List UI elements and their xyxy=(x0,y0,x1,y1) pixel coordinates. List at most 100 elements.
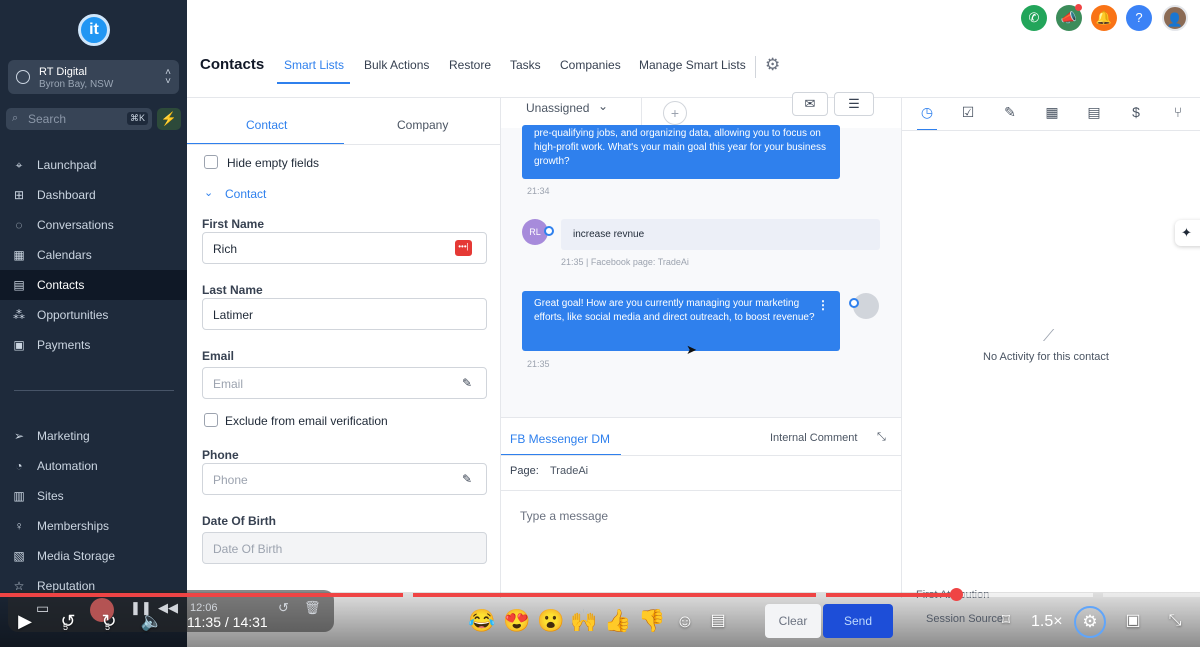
compose-divider xyxy=(501,455,901,456)
dob-placeholder: Date Of Birth xyxy=(213,542,283,556)
tab-contact[interactable]: Contact xyxy=(246,118,287,132)
tab-manage-smart-lists[interactable]: Manage Smart Lists xyxy=(639,58,746,72)
playback-speed[interactable]: 1.5× xyxy=(1031,613,1063,631)
sidebar-item-memberships[interactable]: ♀ Memberships xyxy=(0,511,187,541)
bell-icon[interactable]: 🔔 xyxy=(1091,5,1117,31)
sidebar-item-label: Marketing xyxy=(37,429,90,443)
page-label: Page: xyxy=(510,465,539,477)
sidebar-item-sites[interactable]: ▥ Sites xyxy=(0,481,187,511)
reaction-thumbs-up-icon[interactable]: 👍 xyxy=(604,608,631,634)
clear-button[interactable]: Clear xyxy=(765,604,821,638)
password-manager-icon[interactable]: •••| xyxy=(455,240,472,256)
sidebar-item-dashboard[interactable]: ⊞ Dashboard xyxy=(0,180,187,210)
rewind-5-icon[interactable]: ↺ 5 xyxy=(55,610,81,632)
dob-label: Date Of Birth xyxy=(202,514,277,528)
calendar-icon[interactable]: ▦ xyxy=(1043,104,1061,121)
sidebar-item-opportunities[interactable]: ⁂ Opportunities xyxy=(0,300,187,330)
ai-sparkle-icon[interactable]: ✦ xyxy=(1175,220,1200,246)
message-bubble-incoming: increase revnue xyxy=(561,219,880,250)
comment-icon[interactable]: ▤ xyxy=(707,610,729,632)
search-shortcut: ⌘K xyxy=(126,112,148,125)
trash-icon[interactable]: 🗑 xyxy=(304,600,321,616)
tab-tasks[interactable]: Tasks xyxy=(510,58,541,72)
chevron-down-icon[interactable]: ⌄ xyxy=(204,186,213,199)
last-name-field[interactable]: Latimer xyxy=(202,298,487,330)
hide-empty-checkbox[interactable] xyxy=(204,155,218,169)
sidebar-item-label: Media Storage xyxy=(37,549,116,563)
reaction-heart-eyes-icon[interactable]: 😍 xyxy=(503,608,530,634)
email-field[interactable]: Email ✎ xyxy=(202,367,487,399)
collapse-icon[interactable]: ⤡ xyxy=(877,431,886,444)
tab-restore[interactable]: Restore xyxy=(449,58,491,72)
account-avatar-icon xyxy=(16,70,30,84)
sidebar-item-marketing[interactable]: ➢ Marketing xyxy=(0,421,187,451)
first-name-field[interactable]: Rich •••| xyxy=(202,232,487,264)
exclude-verification-checkbox[interactable] xyxy=(204,413,218,427)
sidebar-item-payments[interactable]: ▣ Payments xyxy=(0,330,187,360)
clock-icon[interactable]: ◷ xyxy=(918,104,936,121)
tab-bulk-actions[interactable]: Bulk Actions xyxy=(364,58,429,72)
sidebar-item-launchpad[interactable]: ⌖ Launchpad xyxy=(0,150,187,180)
message-input[interactable]: Type a message xyxy=(520,509,608,523)
help-icon[interactable]: ? xyxy=(1126,5,1152,31)
search-placeholder: Search xyxy=(28,112,67,126)
send-button[interactable]: Send xyxy=(823,604,893,638)
dollar-icon[interactable]: $ xyxy=(1127,104,1145,120)
tab-companies[interactable]: Companies xyxy=(560,58,621,72)
player-settings-gear-icon[interactable]: ⚙ xyxy=(1074,606,1106,638)
chevron-down-icon: ⌄ xyxy=(598,99,609,113)
undo-icon[interactable]: ↺ xyxy=(278,600,289,616)
email-envelope-icon[interactable]: ✉ xyxy=(792,92,828,116)
sidebar: it RT Digital Byron Bay, NSW ˄ ˅ ⌕ Search… xyxy=(0,0,187,647)
sidebar-item-automation[interactable]: ◔ Automation xyxy=(0,451,187,481)
workflow-icon[interactable]: ⑂ xyxy=(1169,104,1187,120)
reaction-laugh-icon[interactable]: 😂 xyxy=(468,608,495,634)
notification-dot xyxy=(1075,4,1082,11)
assignee-dropdown[interactable]: Unassigned xyxy=(526,101,589,115)
forward-5-icon[interactable]: ↻ 5 xyxy=(96,610,122,632)
more-options-icon[interactable]: ⋮ xyxy=(817,298,829,312)
play-icon[interactable]: ▶ xyxy=(14,610,36,632)
filter-icon[interactable]: ☰ xyxy=(834,92,874,116)
quick-action-bolt-icon[interactable]: ⚡ xyxy=(157,108,181,130)
tab-smart-lists[interactable]: Smart Lists xyxy=(284,58,344,72)
search-input[interactable]: ⌕ Search ⌘K xyxy=(6,108,152,130)
task-checkbox-icon[interactable]: ☑ xyxy=(959,104,977,121)
app-logo[interactable]: it xyxy=(78,14,110,46)
section-contact-toggle[interactable]: Contact xyxy=(225,187,266,201)
volume-icon[interactable]: 🔈 xyxy=(140,610,164,632)
sidebar-item-contacts[interactable]: ▤ Contacts xyxy=(0,270,187,300)
reaction-thumbs-down-icon[interactable]: 👎 xyxy=(638,608,665,634)
phone-field[interactable]: Phone ✎ xyxy=(202,463,487,495)
settings-gear-icon[interactable]: ⚙ xyxy=(765,55,780,75)
reaction-surprised-icon[interactable]: 😮 xyxy=(537,608,564,634)
pencil-icon[interactable]: ✎ xyxy=(1001,104,1019,121)
tab-company[interactable]: Company xyxy=(397,118,448,132)
progress-played-segment[interactable] xyxy=(826,593,956,597)
exit-fullscreen-icon[interactable]: ⤡ xyxy=(1164,610,1186,632)
picture-in-picture-icon[interactable]: ▣ xyxy=(1122,610,1144,632)
pencil-icon[interactable]: ✎ xyxy=(462,376,472,390)
progress-played-segment[interactable] xyxy=(413,593,816,597)
sidebar-item-media-storage[interactable]: ▧ Media Storage xyxy=(0,541,187,571)
reaction-raised-hands-icon[interactable]: 🙌 xyxy=(570,608,597,634)
account-switcher[interactable]: RT Digital Byron Bay, NSW ˄ ˅ xyxy=(8,60,179,94)
tab-internal-comment[interactable]: Internal Comment xyxy=(770,432,857,444)
add-reaction-icon[interactable]: ☺ xyxy=(674,610,696,632)
phone-placeholder: Phone xyxy=(213,473,248,487)
add-icon[interactable]: + xyxy=(663,101,687,125)
user-avatar[interactable]: 👤 xyxy=(1162,5,1188,31)
dob-field[interactable]: Date Of Birth xyxy=(202,532,487,564)
bookmark-icon[interactable]: ⌑ xyxy=(996,610,1016,632)
pencil-icon[interactable]: ✎ xyxy=(462,472,472,486)
sidebar-item-calendars[interactable]: ▦ Calendars xyxy=(0,240,187,270)
tab-fb-messenger[interactable]: FB Messenger DM xyxy=(510,432,610,446)
sidebar-item-conversations[interactable]: ◌ Conversations xyxy=(0,210,187,240)
progress-played-segment[interactable] xyxy=(0,593,403,597)
camera-icon[interactable]: ▭ xyxy=(36,600,49,617)
document-icon[interactable]: ▤ xyxy=(1085,104,1103,121)
active-tab-indicator xyxy=(277,82,350,84)
phone-icon[interactable]: ✆ xyxy=(1021,5,1047,31)
scrubber-handle[interactable] xyxy=(950,588,963,601)
send-label: Send xyxy=(843,614,873,628)
